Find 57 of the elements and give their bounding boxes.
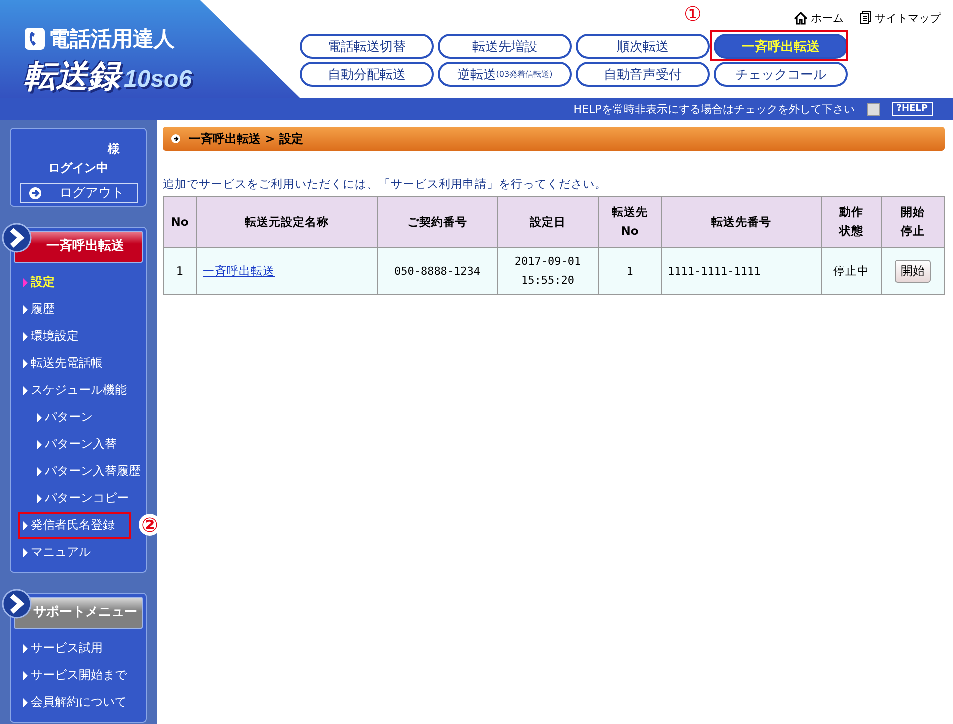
arrow-icon: [28, 186, 42, 200]
menu-item[interactable]: サービス開始まで: [11, 662, 146, 689]
start-button[interactable]: 開始: [895, 260, 931, 282]
menu-item[interactable]: スケジュール機能: [11, 377, 146, 404]
help-text: HELPを常時非表示にする場合はチェックを外して下さい: [574, 102, 855, 116]
document-icon: [860, 11, 872, 25]
menu-title: サポートメニュー: [14, 597, 143, 629]
top-link[interactable]: ホーム: [794, 10, 844, 26]
nav-tab[interactable]: 順次転送: [576, 34, 710, 59]
notice-text: 追加でサービスをご利用いただくには、「サービス利用申請」を行ってください。: [163, 177, 608, 192]
logo-version: 10so6: [124, 66, 192, 94]
menu-item[interactable]: 会員解約について: [11, 689, 146, 716]
column-header: ご契約番号: [378, 196, 498, 248]
menu-item[interactable]: 発信者氏名登録: [20, 514, 129, 537]
table-cell: 1: [598, 248, 662, 294]
phone-icon: [24, 27, 46, 51]
menu-item[interactable]: 履歴: [11, 296, 146, 323]
annotation-number: ①: [684, 3, 702, 25]
menu-item[interactable]: パターン: [11, 404, 146, 431]
user-suffix: 様: [108, 141, 120, 158]
column-header: 動作 状態: [822, 196, 882, 248]
help-button[interactable]: ?HELP: [892, 102, 933, 116]
menu-item[interactable]: パターンコピー: [11, 485, 146, 512]
logout-button[interactable]: ログアウト: [20, 183, 138, 203]
nav-tab[interactable]: 自動音声受付: [576, 62, 710, 87]
nav-tab[interactable]: 自動分配転送: [300, 62, 434, 87]
help-checkbox[interactable]: [866, 102, 880, 116]
table-cell: 050-8888-1234: [378, 248, 498, 294]
table-cell: 2017-09-01 15:55:20: [498, 248, 598, 294]
home-icon: [794, 12, 808, 24]
nav-tab[interactable]: 転送先増設: [438, 34, 572, 59]
menu-item[interactable]: 転送先電話帳: [11, 350, 146, 377]
column-header: 開始 停止: [882, 196, 944, 248]
menu-item[interactable]: サービス試用: [11, 635, 146, 662]
setting-link[interactable]: 一斉呼出転送: [203, 264, 275, 278]
column-header: No: [164, 196, 196, 248]
breadcrumb-text: 一斉呼出転送 > 設定: [189, 130, 304, 148]
column-header: 転送元設定名称: [196, 196, 378, 248]
menu-item[interactable]: 設定: [11, 269, 146, 296]
top-link[interactable]: サイトマップ: [860, 10, 941, 26]
menu-item[interactable]: パターン入替: [11, 431, 146, 458]
column-header: 設定日: [498, 196, 598, 248]
menu-title: 一斉呼出転送: [14, 231, 143, 263]
logo-tagline: 電話活用達人: [49, 26, 175, 53]
nav-tab[interactable]: 電話転送切替: [300, 34, 434, 59]
table-cell: 1: [164, 248, 196, 294]
menu-item[interactable]: 環境設定: [11, 323, 146, 350]
menu-item[interactable]: マニュアル: [11, 539, 146, 566]
table-cell: 1111-1111-1111: [662, 248, 822, 294]
column-header: 転送先番号: [662, 196, 822, 248]
arrow-icon: [171, 134, 181, 144]
table-cell: 停止中: [822, 248, 882, 294]
nav-tab[interactable]: 一斉呼出転送: [714, 34, 848, 59]
login-status: ログイン中: [48, 160, 108, 177]
nav-tab[interactable]: チェックコール: [714, 62, 848, 87]
menu-item[interactable]: パターン入替履歴: [11, 458, 146, 485]
column-header: 転送先 No: [598, 196, 662, 248]
